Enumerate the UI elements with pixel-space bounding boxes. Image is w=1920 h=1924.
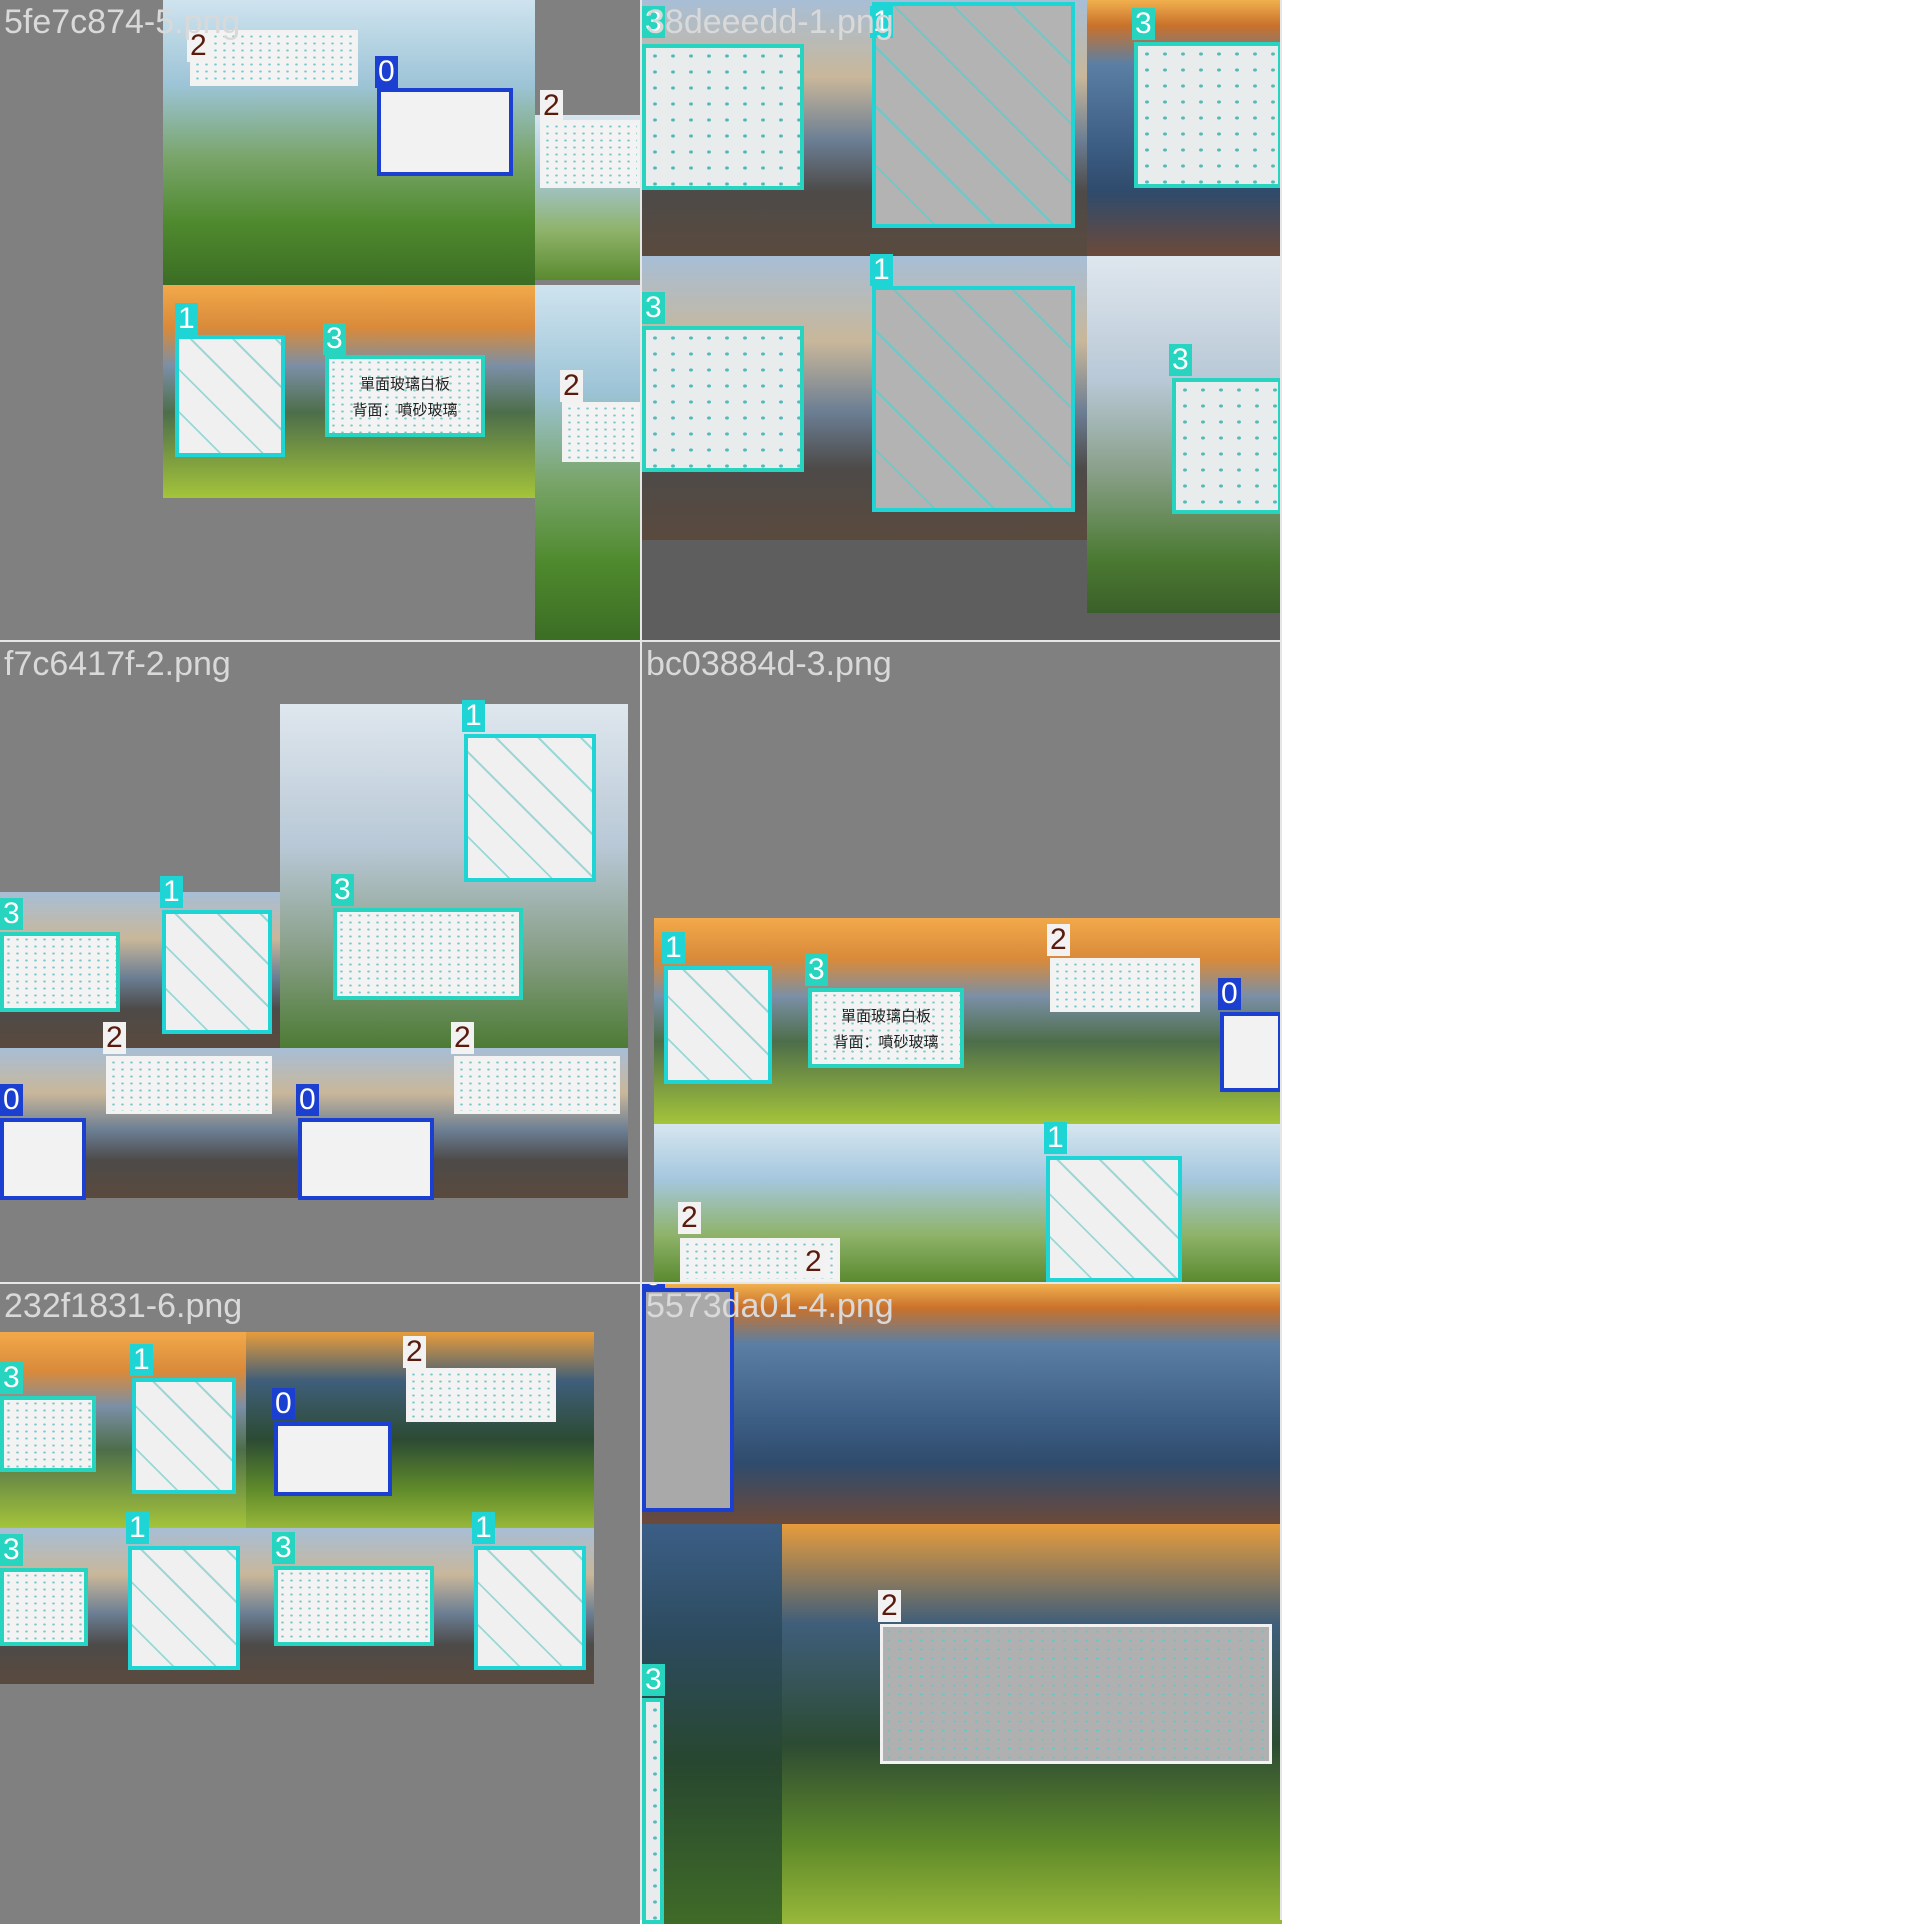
class-label: 2 xyxy=(1047,924,1070,956)
bbox-class-3 xyxy=(642,44,804,190)
bbox-class-2 xyxy=(1050,958,1200,1012)
class-label: 3 xyxy=(323,323,346,355)
bbox-class-3: 單面玻璃白板 背面：噴砂玻璃 xyxy=(325,355,485,437)
class-label: 0 xyxy=(1218,978,1241,1010)
whiteboard-text-line1: 單面玻璃白板 xyxy=(359,375,450,393)
bbox-class-1 xyxy=(1046,1156,1182,1282)
bbox-class-0 xyxy=(377,88,513,176)
bbox-class-1 xyxy=(162,910,272,1034)
whiteboard-text-line2: 背面：噴砂玻璃 xyxy=(833,1033,939,1051)
tile-filename: f7c6417f-2.png xyxy=(4,645,231,683)
class-label: 2 xyxy=(451,1022,474,1054)
bbox-class-1 xyxy=(872,286,1075,512)
mosaic-tile-4: bc03884d-3.png 1 單面玻璃白板 背面：噴砂玻璃 3 2 0 1 … xyxy=(642,642,1282,1282)
class-label: 3 xyxy=(0,1362,23,1394)
mosaic-tile-3: f7c6417f-2.png 1 3 3 1 2 2 0 0 xyxy=(0,642,640,1282)
class-label: 0 xyxy=(296,1084,319,1116)
class-label: 1 xyxy=(130,1344,153,1376)
bbox-class-0 xyxy=(1220,1012,1282,1092)
grid-divider-horizontal xyxy=(0,640,1282,642)
class-label: 0 xyxy=(375,56,398,88)
whiteboard-text-line1: 單面玻璃白板 xyxy=(840,1007,931,1025)
class-label: 3 xyxy=(0,1534,23,1566)
bbox-class-1 xyxy=(664,966,772,1084)
whiteboard-text-line2: 背面：噴砂玻璃 xyxy=(352,401,458,419)
mosaic-tile-5: 232f1831-6.png 3 1 2 0 3 1 3 1 xyxy=(0,1284,640,1924)
bbox-class-3 xyxy=(333,908,523,1000)
grid-divider-vertical xyxy=(1280,0,1282,1920)
bbox-class-2 xyxy=(406,1368,556,1422)
bbox-class-3 xyxy=(1134,42,1282,188)
bbox-class-1 xyxy=(175,335,285,457)
bbox-class-1 xyxy=(132,1378,236,1494)
class-label: 2 xyxy=(678,1202,701,1234)
grid-divider-horizontal xyxy=(0,1282,1282,1284)
class-label: 3 xyxy=(1169,344,1192,376)
bbox-class-2 xyxy=(106,1056,272,1114)
class-label: 0 xyxy=(0,1084,23,1116)
bbox-class-2 xyxy=(880,1624,1272,1764)
bbox-class-3 xyxy=(0,1568,88,1646)
class-label: 2 xyxy=(802,1246,825,1278)
class-label: 1 xyxy=(870,254,893,286)
mosaic-tile-6: 5573da01-4.png 0 2 3 xyxy=(642,1284,1282,1924)
bbox-class-2 xyxy=(540,120,640,188)
bbox-class-3: 單面玻璃白板 背面：噴砂玻璃 xyxy=(808,988,964,1068)
bbox-class-2 xyxy=(562,402,640,462)
class-label: 1 xyxy=(1044,1122,1067,1154)
class-label: 2 xyxy=(560,370,583,402)
class-label: 0 xyxy=(272,1388,295,1420)
tile-filename: 232f1831-6.png xyxy=(4,1287,243,1325)
class-label: 3 xyxy=(0,898,23,930)
class-label: 3 xyxy=(642,1664,665,1696)
bbox-class-1 xyxy=(474,1546,586,1670)
bbox-class-2 xyxy=(454,1056,620,1114)
bbox-class-0 xyxy=(298,1118,434,1200)
class-label: 3 xyxy=(1132,8,1155,40)
tile-filename: 5fe7c874-5.png xyxy=(4,3,241,41)
mosaic-tile-1: 5fe7c874-5.png 2 0 2 1 單面玻璃白板 背面：噴砂玻璃 3 … xyxy=(0,0,640,640)
bbox-class-3 xyxy=(642,1698,664,1924)
class-label: 1 xyxy=(462,700,485,732)
bbox-class-0 xyxy=(274,1422,392,1496)
bbox-class-3 xyxy=(1172,378,1282,514)
tile-filename: 38deeedd-1.png xyxy=(646,3,894,41)
mosaic-tile-2: 38deeedd-1.png 3 1 3 3 1 3 xyxy=(642,0,1282,640)
bbox-class-3 xyxy=(0,1396,96,1472)
class-label: 2 xyxy=(878,1590,901,1622)
class-label: 1 xyxy=(662,932,685,964)
class-label: 2 xyxy=(540,90,563,122)
class-label: 1 xyxy=(160,876,183,908)
photo-tree-strip xyxy=(535,285,640,640)
class-label: 1 xyxy=(472,1512,495,1544)
bbox-class-1 xyxy=(872,2,1075,228)
class-label: 1 xyxy=(126,1512,149,1544)
bbox-class-1 xyxy=(128,1546,240,1670)
class-label: 3 xyxy=(805,954,828,986)
class-label: 2 xyxy=(403,1336,426,1368)
class-label: 2 xyxy=(103,1022,126,1054)
bbox-class-0 xyxy=(0,1118,86,1200)
tile-filename: bc03884d-3.png xyxy=(646,645,892,683)
class-label: 1 xyxy=(175,303,198,335)
bbox-class-3 xyxy=(642,326,804,472)
bbox-class-3 xyxy=(274,1566,434,1646)
bbox-class-1 xyxy=(464,734,596,882)
class-label: 3 xyxy=(642,292,665,324)
tile-filename: 5573da01-4.png xyxy=(646,1287,894,1325)
bbox-class-3 xyxy=(0,932,120,1012)
grid-divider-vertical xyxy=(640,0,642,1920)
class-label: 3 xyxy=(272,1532,295,1564)
class-label: 3 xyxy=(331,874,354,906)
